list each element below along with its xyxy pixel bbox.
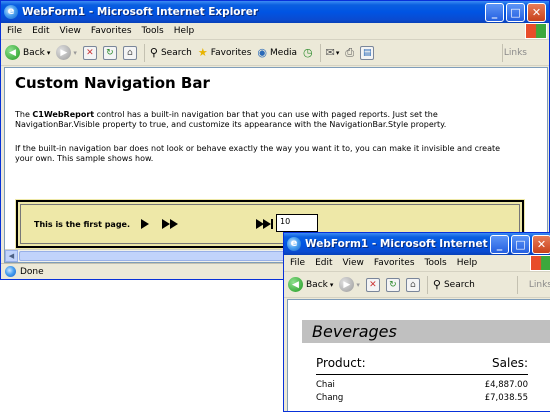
toolbar: ◀ Back ▾ ▶ ▾ ✕ ↻ ⌂ ⚲ Search ★ Favorites … [1, 40, 549, 66]
intro-paragraph: The C1WebReport control has a built-in n… [15, 110, 447, 129]
refresh-button[interactable]: ↻ [102, 45, 117, 60]
forward-button-2[interactable]: ▶ ▾ [339, 277, 360, 292]
forward-arrow-icon: ▶ [339, 277, 355, 292]
search-icon: ⚲ [149, 46, 158, 59]
menu-help[interactable]: Help [174, 26, 195, 36]
links-label-2[interactable]: Links [529, 280, 550, 290]
ie-window-report: e WebForm1 - Microsoft Internet Explorer… [283, 232, 550, 412]
product-name: Chang [316, 393, 344, 403]
category-header: Beverages [302, 320, 550, 343]
title-bar[interactable]: e WebForm1 - Microsoft Internet Explorer… [1, 1, 549, 23]
ie-logo-icon: e [287, 237, 301, 251]
menu-file[interactable]: File [290, 258, 305, 268]
stop-button-2[interactable]: ✕ [365, 277, 380, 292]
mail-button[interactable]: ✉ ▾ [326, 46, 340, 59]
scroll-left-icon[interactable]: ◀ [5, 250, 18, 262]
product-name: Chai [316, 380, 335, 390]
page-heading: Custom Navigation Bar [15, 74, 210, 92]
menu-bar: File Edit View Favorites Tools Help [1, 23, 549, 40]
menu-view[interactable]: View [60, 26, 81, 36]
menu-favorites[interactable]: Favorites [91, 26, 132, 36]
product-column-header: Product: [316, 356, 366, 370]
close-button-2[interactable]: ✕ [532, 234, 550, 254]
back-button-2[interactable]: ◀ Back ▾ [288, 277, 333, 292]
minimize-button[interactable]: _ [485, 2, 504, 22]
table-row: Chang £7,038.55 [316, 393, 528, 403]
report-content: Beverages Product: Sales: Chai £4,887.00… [287, 299, 550, 411]
nav-message: This is the first page. [34, 220, 131, 229]
minimize-button-2[interactable]: _ [490, 234, 509, 254]
control-name: C1WebReport [32, 110, 95, 119]
links-label[interactable]: Links [504, 48, 527, 58]
home-icon: ⌂ [405, 277, 420, 292]
search-icon: ⚲ [432, 278, 441, 291]
menu-edit[interactable]: Edit [32, 26, 49, 36]
page-status-icon [5, 266, 16, 277]
media-icon: ◉ [257, 46, 268, 59]
edit-button[interactable]: ▤ [360, 45, 375, 60]
title-bar-2[interactable]: e WebForm1 - Microsoft Internet Explorer… [284, 233, 550, 255]
search-button[interactable]: ⚲ Search [150, 46, 192, 59]
instruction-paragraph: If the built-in navigation bar does not … [15, 144, 501, 163]
window-title-2: WebForm1 - Microsoft Internet Explorer [305, 238, 488, 250]
stop-button[interactable]: ✕ [82, 45, 97, 60]
menu-bar-2: File Edit View Favorites Tools Help [284, 255, 550, 272]
search-button-2[interactable]: ⚲ Search [433, 278, 475, 291]
history-icon: ◷ [303, 46, 313, 59]
status-text: Done [20, 266, 44, 277]
back-arrow-icon: ◀ [5, 45, 20, 60]
windows-flag-icon [525, 23, 547, 39]
close-button[interactable]: ✕ [527, 2, 546, 22]
windows-flag-icon [530, 255, 550, 271]
header-divider [316, 374, 528, 375]
favorites-button[interactable]: ★ Favorites [198, 46, 252, 59]
refresh-icon: ↻ [385, 277, 400, 292]
refresh-button-2[interactable]: ↻ [385, 277, 400, 292]
forward-arrow-icon: ▶ [56, 45, 72, 60]
history-button[interactable]: ◷ [303, 46, 313, 59]
edit-icon: ▤ [360, 45, 375, 60]
maximize-button-2[interactable]: □ [511, 234, 530, 254]
home-button[interactable]: ⌂ [122, 45, 137, 60]
menu-edit[interactable]: Edit [315, 258, 332, 268]
mail-icon: ✉ [325, 46, 335, 59]
home-icon: ⌂ [122, 45, 137, 60]
stop-icon: ✕ [82, 45, 97, 60]
print-button[interactable]: ⎙ [345, 46, 354, 60]
toolbar-2: ◀ Back ▾ ▶ ▾ ✕ ↻ ⌂ ⚲ Search Links [284, 272, 550, 298]
back-arrow-icon: ◀ [288, 277, 303, 292]
back-button[interactable]: ◀ Back ▾ [5, 45, 50, 60]
page-number-input[interactable]: 10 [276, 214, 318, 232]
forward-button[interactable]: ▶ ▾ [56, 45, 77, 60]
maximize-button[interactable]: □ [506, 2, 525, 22]
menu-help[interactable]: Help [457, 258, 478, 268]
menu-favorites[interactable]: Favorites [374, 258, 415, 268]
stop-icon: ✕ [365, 277, 380, 292]
refresh-icon: ↻ [102, 45, 117, 60]
sales-column-header: Sales: [492, 356, 528, 370]
media-button[interactable]: ◉ Media [257, 46, 297, 59]
menu-view[interactable]: View [343, 258, 364, 268]
home-button-2[interactable]: ⌂ [405, 277, 420, 292]
table-row: Chai £4,887.00 [316, 380, 528, 390]
print-icon: ⎙ [345, 45, 355, 59]
menu-tools[interactable]: Tools [425, 258, 447, 268]
menu-file[interactable]: File [7, 26, 22, 36]
star-icon: ★ [197, 46, 208, 59]
ie-logo-icon: e [4, 5, 18, 19]
sales-value: £4,887.00 [484, 380, 528, 390]
sales-value: £7,038.55 [484, 393, 528, 403]
menu-tools[interactable]: Tools [142, 26, 164, 36]
window-title: WebForm1 - Microsoft Internet Explorer [22, 6, 258, 18]
